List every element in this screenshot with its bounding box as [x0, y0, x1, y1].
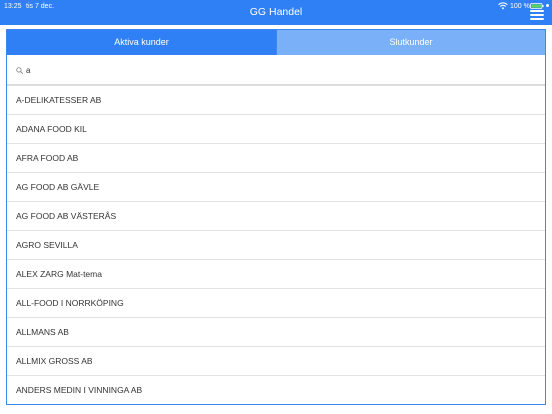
search-bar — [7, 55, 545, 86]
list-item[interactable]: AG FOOD AB GÄVLE — [7, 173, 545, 202]
battery-percent: 100 % — [510, 3, 530, 10]
search-input[interactable] — [26, 63, 526, 77]
wifi-icon — [498, 2, 508, 10]
customer-list: A-DELIKATESSER AB ADANA FOOD KIL AFRA FO… — [7, 86, 545, 404]
hamburger-menu-icon[interactable] — [530, 10, 544, 20]
customer-tabs: Aktiva kunder Slutkunder — [7, 30, 545, 55]
list-item[interactable]: ANDERS MEDIN I VINNINGA AB — [7, 376, 545, 404]
list-item[interactable]: A-DELIKATESSER AB — [7, 86, 545, 115]
list-item[interactable]: AFRA FOOD AB — [7, 144, 545, 173]
list-item[interactable]: ALLMANS AB — [7, 318, 545, 347]
tab-active-customers[interactable]: Aktiva kunder — [7, 30, 276, 55]
list-item[interactable]: AG FOOD AB VÄSTERÅS — [7, 202, 545, 231]
list-item[interactable]: ALLMIX GROSS AB — [7, 347, 545, 376]
list-item[interactable]: ADANA FOOD KIL — [7, 115, 545, 144]
customer-panel: Aktiva kunder Slutkunder A-DELIKATESSER … — [6, 29, 546, 405]
list-item[interactable]: ALEX ZARG Mat-tema — [7, 260, 545, 289]
list-item[interactable]: ALL-FOOD I NORRKÖPING — [7, 289, 545, 318]
top-bar: 13:25 tis 7 dec. GG Handel 100 % — [0, 0, 552, 25]
tab-end-customers[interactable]: Slutkunder — [276, 30, 545, 55]
charging-indicator — [546, 4, 549, 7]
app-title: GG Handel — [249, 6, 303, 18]
search-icon — [16, 67, 23, 74]
battery-icon — [530, 3, 544, 9]
list-item[interactable]: AGRO SEVILLA — [7, 231, 545, 260]
